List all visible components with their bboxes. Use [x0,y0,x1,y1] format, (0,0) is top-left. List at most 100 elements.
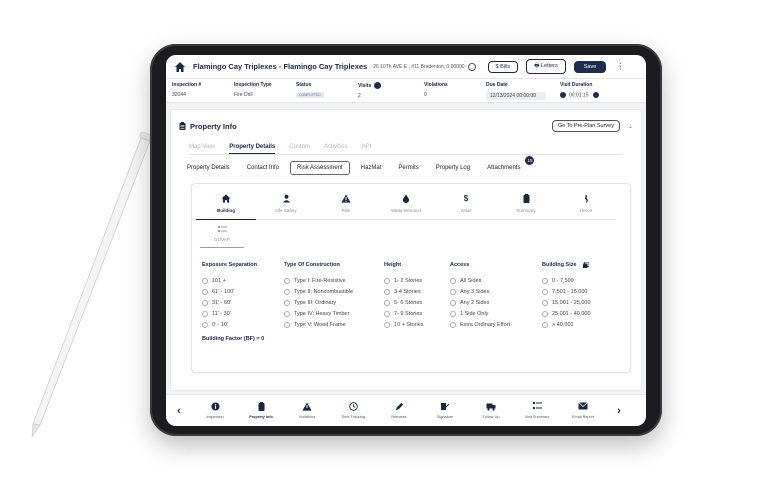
radio-button[interactable] [450,321,456,328]
subtab-risk-assessment[interactable]: Risk Assessment [290,161,350,175]
radio-button[interactable] [450,288,456,295]
radio-button[interactable] [542,277,548,284]
chevron-down-icon[interactable]: ⌄ [628,123,633,130]
radio-button[interactable] [284,277,290,284]
radio-button[interactable] [284,299,290,306]
radio-option[interactable]: > 40,001 [542,319,614,330]
radio-button[interactable] [384,288,390,295]
subtab-contact-info[interactable]: Contact Info [241,162,285,174]
radio-button[interactable] [450,310,456,317]
radio-option[interactable]: 25,001 - 40,000 [542,308,614,319]
nav-visit-summary[interactable]: Visit Summary [514,402,560,419]
radio-option[interactable]: 7,501 - 15,000 [542,286,614,297]
radio-button[interactable] [202,321,208,328]
timer-control-icon[interactable] [592,92,599,98]
radio-option[interactable]: 7- 9 Stories [384,308,450,319]
radio-button[interactable] [384,310,390,317]
nav-time-tracking[interactable]: Time Tracking [330,402,376,419]
due-date-input[interactable]: 12/13/2024 00:00:00 [486,92,546,100]
tab-custom[interactable]: Custom [289,144,310,154]
timer-icon[interactable] [560,92,566,98]
radio-option[interactable]: 10 + Stories [384,319,450,330]
radio-option[interactable]: All Sides [450,275,542,286]
pencil-icon [395,402,403,411]
radio-button[interactable] [542,321,548,328]
radio-option[interactable]: 0' - 10' [202,319,284,330]
nav-label: Time Tracking [341,415,365,419]
go-to-preplan-button[interactable]: Go To Pre-Plan Survey [551,120,620,132]
save-button[interactable]: Save [573,60,607,73]
radio-option[interactable]: Type III: Ordinary [284,297,384,308]
radio-button[interactable] [284,321,290,328]
radio-option[interactable]: Type V: Wood Frame [284,319,384,330]
subtab-attachments[interactable]: Attachments 15 [481,156,535,174]
risk-tab-summary[interactable]: Summary [496,184,556,220]
radio-button[interactable] [542,288,548,295]
radio-option[interactable]: Type IV: Heavy Timber [284,308,384,319]
radio-button[interactable] [284,288,290,295]
inspection-type-label: Inspection Type [234,82,272,88]
subtab-hazmat[interactable]: HazMat [355,162,388,174]
map-pin-icon[interactable] [467,62,476,71]
radio-button[interactable] [542,310,548,317]
visits-info-icon[interactable] [374,82,382,89]
radio-button[interactable] [542,299,548,306]
radio-option[interactable]: Any 3 Sides [450,286,542,297]
radio-option[interactable]: 5- 6 Stories [384,297,450,308]
risk-tab-building[interactable]: Building [196,184,256,220]
chevron-right-icon[interactable]: › [606,405,632,417]
radio-option[interactable]: 15,001 - 25,000 [542,297,614,308]
nav-email-report[interactable]: Email Report [560,402,606,419]
nav-remarks[interactable]: Remarks [376,402,422,419]
tab-property-details[interactable]: Property Details [229,144,276,154]
radio-option[interactable]: 1- 2 Stories [384,275,450,286]
subtab-property-details[interactable]: Property Details [181,162,236,174]
radio-option[interactable]: 101 + [202,275,284,286]
radio-button[interactable] [202,310,208,317]
tab-api[interactable]: API [362,144,372,154]
risk-tab-value[interactable]: $ Value [436,184,496,220]
nav-property-info[interactable]: Property Info [238,402,284,419]
radio-option[interactable]: 61' - 100' [202,286,284,297]
letters-button[interactable]: 🖶 Letters [526,59,566,74]
card-title: Property Info [190,121,237,131]
risk-tab-risk[interactable]: Risk [316,184,376,220]
radio-option[interactable]: Type II: Noncombustible [284,286,384,297]
tab-map-view[interactable]: Map View [189,144,215,154]
copy-icon[interactable] [582,262,589,268]
subtab-permits[interactable]: Permits [392,162,424,174]
radio-button[interactable] [284,310,290,317]
radio-option[interactable]: Type I: Fire-Resistive [284,275,384,286]
radio-option[interactable]: Extra Ordinary Effort [450,319,542,330]
radio-option[interactable]: 3-4 Stories [384,286,450,297]
chevron-left-icon[interactable]: ‹ [166,405,192,417]
radio-option[interactable]: 1 Side Only [450,308,542,319]
tab-activities[interactable]: Activities [324,144,348,154]
bills-button[interactable]: $ Bills [487,60,519,73]
subtab-property-log[interactable]: Property Log [430,162,476,174]
govap-tab[interactable]: GOVAP [200,220,244,248]
radio-option[interactable]: Any 2 Sides [450,297,542,308]
radio-button[interactable] [202,288,208,295]
radio-option[interactable]: 31' - 60' [202,297,284,308]
property-info-card: Property Info Go To Pre-Plan Survey ⌄ Ma… [170,109,642,391]
radio-button[interactable] [450,299,456,306]
radio-button[interactable] [384,277,390,284]
risk-tab-heron[interactable]: Heron [556,184,616,220]
risk-tab-life-safety[interactable]: Life Safety [256,184,316,220]
radio-option[interactable]: 11' - 30' [202,308,284,319]
nav-inspection[interactable]: Inspection [192,402,238,419]
radio-button[interactable] [384,299,390,306]
radio-button[interactable] [450,277,456,284]
nav-violations[interactable]: Violations [284,402,330,419]
radio-button[interactable] [202,277,208,284]
radio-button[interactable] [384,321,390,328]
nav-follow-up[interactable]: Follow Up [468,402,514,419]
nav-signature[interactable]: Signature [422,402,468,419]
more-menu-icon[interactable]: ⋮ [616,62,624,71]
radio-option[interactable]: 0 - 7,500 [542,275,614,286]
risk-tab-water-demand[interactable]: Water Demand [376,184,436,220]
home-icon[interactable] [174,61,186,73]
radio-button[interactable] [202,299,208,306]
risk-tab-label: Risk [341,208,351,213]
